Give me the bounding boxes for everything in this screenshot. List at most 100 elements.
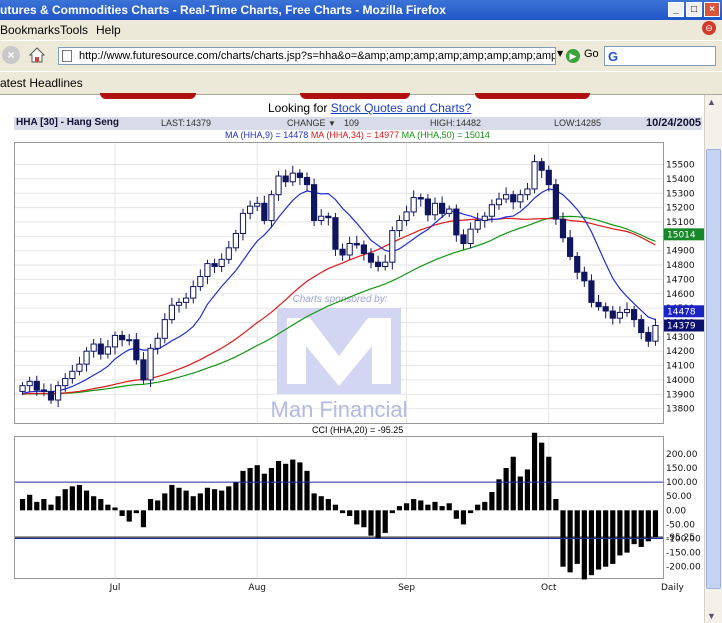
cci-bar bbox=[510, 456, 516, 511]
price-tick-label: 15400 bbox=[666, 175, 695, 185]
candle-body bbox=[545, 169, 552, 186]
price-tick-label: 14800 bbox=[666, 261, 695, 271]
cci-bar bbox=[432, 501, 438, 511]
candle-body bbox=[645, 332, 652, 342]
price-y-axis: 1380013900140001410014200143001440014500… bbox=[666, 161, 695, 415]
candle-body bbox=[510, 194, 517, 203]
price-tick-label: 13800 bbox=[666, 405, 695, 415]
candle-body bbox=[538, 161, 545, 171]
cci-bar bbox=[439, 506, 445, 511]
sponsor-watermark: Charts sponsored by: Man Financial bbox=[271, 294, 408, 422]
candle-body bbox=[197, 276, 204, 288]
cci-bar bbox=[290, 459, 296, 511]
cci-bar bbox=[418, 500, 424, 511]
cci-bar bbox=[169, 484, 175, 511]
price-tick-label: 14600 bbox=[666, 290, 695, 300]
cci-bar bbox=[48, 504, 54, 511]
close-button[interactable]: × bbox=[704, 2, 720, 17]
cci-bar bbox=[389, 510, 395, 514]
cci-bar bbox=[197, 493, 203, 511]
cci-bar bbox=[567, 510, 573, 573]
cci-bar bbox=[460, 510, 467, 525]
x-tick-label: Aug bbox=[248, 583, 266, 593]
cci-bar bbox=[624, 510, 630, 553]
cci-bar bbox=[34, 501, 40, 511]
cci-bar bbox=[105, 504, 111, 511]
x-tick-label: Jul bbox=[109, 583, 121, 593]
cci-bar bbox=[240, 470, 246, 511]
candle-body bbox=[581, 271, 588, 282]
scroll-down-icon[interactable]: ▼ bbox=[707, 611, 716, 621]
cci-bar bbox=[396, 506, 403, 511]
scroll-thumb[interactable] bbox=[706, 149, 721, 589]
price-tick-label: 15300 bbox=[666, 189, 695, 199]
candle-body bbox=[403, 211, 410, 222]
cci-tick-label: 100.00 bbox=[666, 478, 698, 488]
cci-bar bbox=[190, 496, 196, 511]
cci-bar bbox=[553, 499, 559, 511]
candle-body bbox=[531, 161, 538, 190]
cci-bar bbox=[147, 499, 154, 511]
candle-body bbox=[602, 306, 609, 312]
cci-bar bbox=[41, 499, 47, 511]
candle-body bbox=[161, 319, 168, 339]
candle-body bbox=[204, 263, 211, 278]
candle-body bbox=[417, 197, 424, 200]
candle-body bbox=[559, 218, 567, 239]
cci-tick-label: -50.00 bbox=[666, 520, 695, 530]
cci-bar bbox=[375, 510, 381, 539]
cci-bar bbox=[311, 493, 317, 511]
candle-body bbox=[133, 339, 140, 361]
candle-body bbox=[47, 390, 55, 401]
scroll-up-icon[interactable]: ▲ bbox=[707, 97, 716, 107]
candle-body bbox=[239, 212, 247, 234]
candle-body bbox=[190, 286, 197, 299]
cci-bar bbox=[453, 510, 459, 519]
cci-bar bbox=[76, 484, 83, 511]
candle-body bbox=[375, 261, 382, 267]
candle-body bbox=[552, 184, 559, 220]
cci-bar bbox=[27, 494, 33, 511]
x-tick-label: Sep bbox=[398, 583, 415, 593]
cci-bar bbox=[162, 493, 168, 511]
stop-loading-icon[interactable]: ⊖ bbox=[702, 21, 716, 35]
candle-body bbox=[353, 243, 360, 246]
candle-body bbox=[225, 247, 232, 260]
candle-body bbox=[325, 215, 332, 219]
cci-bar bbox=[368, 510, 374, 536]
candle-body bbox=[609, 310, 616, 319]
cci-bar bbox=[489, 491, 495, 511]
cci-bar bbox=[254, 465, 260, 511]
candle-body bbox=[431, 202, 439, 216]
candle-body bbox=[275, 175, 282, 196]
cci-bar bbox=[98, 499, 104, 511]
cci-bar bbox=[595, 510, 602, 570]
candle-body bbox=[318, 215, 325, 222]
vertical-scrollbar[interactable]: ▲ ▼ bbox=[704, 95, 722, 623]
cci-bar bbox=[347, 510, 353, 516]
price-tick-label: 15100 bbox=[666, 218, 695, 228]
candle-body bbox=[97, 343, 104, 355]
candle-body bbox=[90, 343, 97, 352]
cci-bar bbox=[638, 510, 644, 547]
price-tick-label: 14300 bbox=[666, 333, 695, 343]
candle-body bbox=[19, 385, 26, 392]
candle-body bbox=[289, 172, 296, 183]
candle-body bbox=[183, 297, 190, 303]
candle-body bbox=[439, 202, 446, 214]
cci-bar bbox=[617, 510, 623, 556]
cci-bar bbox=[325, 499, 331, 511]
cci-y-axis: 200.00150.00100.0050.000.00-50.00-100.00… bbox=[666, 450, 701, 573]
cci-bar bbox=[403, 503, 410, 511]
candle-body bbox=[282, 175, 289, 183]
candle-body bbox=[389, 230, 396, 263]
candle-body bbox=[261, 202, 268, 222]
candle-body bbox=[517, 194, 524, 203]
candle-body bbox=[524, 188, 531, 196]
cci-bar bbox=[19, 499, 26, 511]
cci-bar bbox=[467, 510, 474, 514]
cci-bar bbox=[652, 510, 659, 538]
candle-body bbox=[40, 389, 47, 392]
cci-bar bbox=[183, 490, 189, 511]
candle-body bbox=[311, 184, 318, 222]
